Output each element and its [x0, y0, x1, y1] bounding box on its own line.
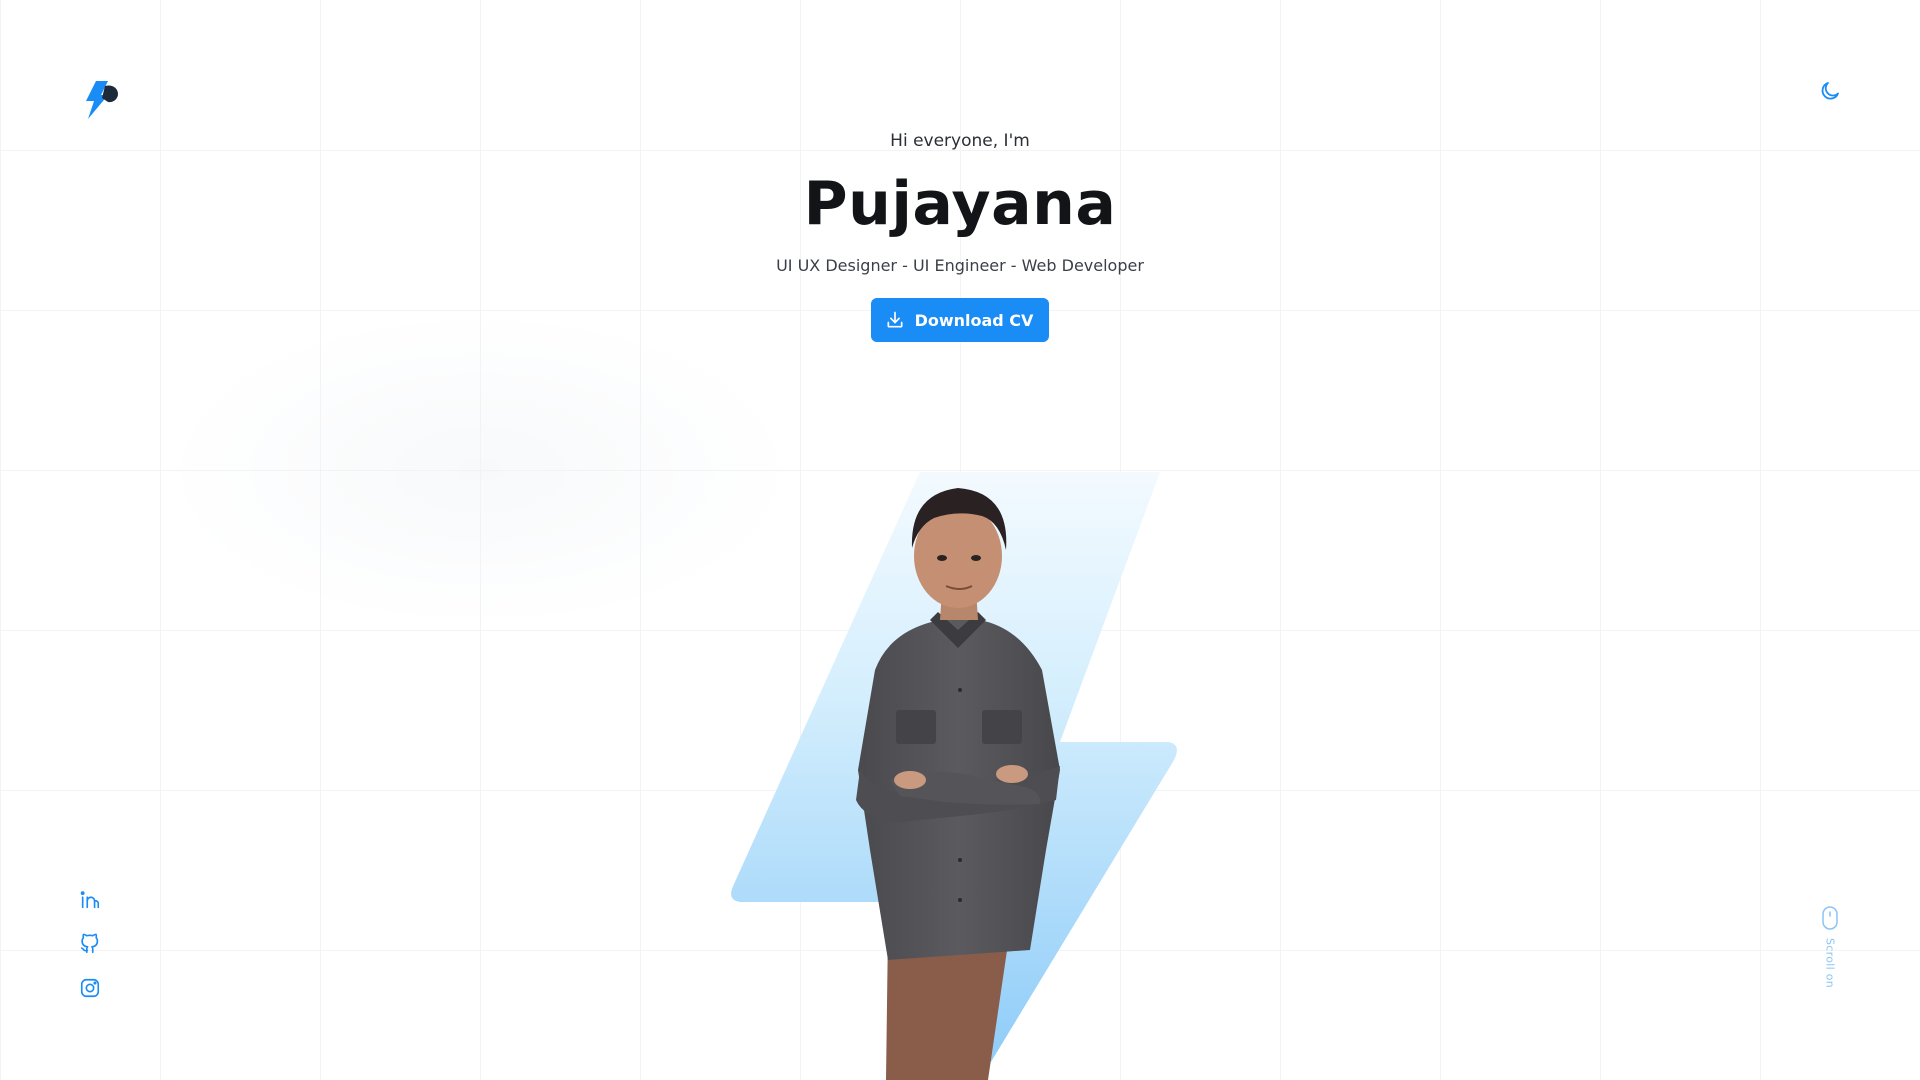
download-cv-label: Download CV [914, 310, 1034, 330]
hero-greeting: Hi everyone, I'm [890, 131, 1030, 151]
moon-icon [1821, 82, 1839, 100]
hero-name: Pujayana [803, 169, 1117, 239]
hero-section: Hi everyone, I'm Pujayana UI UX Designer… [0, 128, 1920, 342]
theme-toggle-button[interactable] [1816, 77, 1844, 105]
lightning-logo-icon [86, 81, 118, 119]
github-link[interactable] [78, 932, 102, 956]
site-logo[interactable] [78, 78, 122, 122]
scroll-label: Scroll on [1823, 938, 1837, 989]
instagram-icon [80, 978, 100, 998]
linkedin-link[interactable] [78, 888, 102, 912]
background-glow [160, 310, 800, 630]
download-cv-button[interactable]: Download CV [870, 298, 1050, 342]
hero-illustration [720, 470, 1180, 1080]
instagram-link[interactable] [78, 976, 102, 1000]
linkedin-icon [80, 891, 100, 909]
github-icon [80, 933, 99, 954]
hero-roles: UI UX Designer - UI Engineer - Web Devel… [776, 256, 1144, 275]
download-icon [887, 311, 903, 328]
scroll-indicator[interactable]: Scroll on [1818, 906, 1842, 988]
social-links [78, 888, 102, 1000]
mouse-icon [1822, 906, 1838, 930]
portrait-photo [731, 472, 1177, 1080]
page-stage: Hi everyone, I'm Pujayana UI UX Designer… [0, 0, 1920, 1080]
